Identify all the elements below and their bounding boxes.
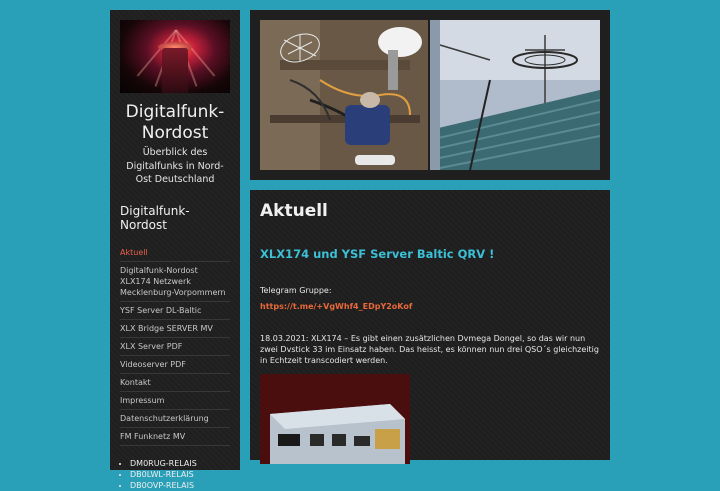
main-content: Aktuell XLX174 und YSF Server Baltic QRV… xyxy=(250,190,610,464)
sidebar: Digitalfunk-Nordost Überblick des Digita… xyxy=(110,10,240,490)
nav-item-xlx-bridge[interactable]: XLX Bridge SERVER MV xyxy=(120,320,230,338)
nav-item-fm-funknetz[interactable]: FM Funknetz MV xyxy=(120,428,230,446)
nav-item-aktuell[interactable]: Aktuell xyxy=(120,244,230,262)
page-title: Aktuell xyxy=(260,201,328,221)
nav-item-videoserver-pdf[interactable]: Videoserver PDF xyxy=(120,356,230,374)
relais-list: DM0RUG-RELAIS DB0LWL-RELAIS DB0OVP-RELAI… xyxy=(120,458,230,491)
news-text: 18.03.2021: XLX174 – Es gibt einen zusät… xyxy=(260,334,599,365)
antenna-install-photo xyxy=(260,20,428,170)
rooftop-antenna-photo xyxy=(430,20,600,170)
relais-item: DB0LWL-RELAIS xyxy=(130,469,230,480)
relais-item: DM0RUG-RELAIS xyxy=(130,458,230,469)
nav-item-datenschutz[interactable]: Datenschutzerklärung xyxy=(120,410,230,428)
site-description: Überblick des Digitalfunks in Nord-Ost D… xyxy=(126,147,224,185)
relais-item: DB0OVP-RELAIS xyxy=(130,480,230,491)
main-nav: Aktuell Digitalfunk-Nordost XLX174 Netzw… xyxy=(120,244,230,446)
nav-item-xlx-server-pdf[interactable]: XLX Server PDF xyxy=(120,338,230,356)
nav-item-impressum[interactable]: Impressum xyxy=(120,392,230,410)
dvmega-dongle-photo xyxy=(260,374,410,464)
post-heading: XLX174 und YSF Server Baltic QRV ! xyxy=(260,247,495,261)
site-title[interactable]: Digitalfunk-Nordost xyxy=(120,102,230,144)
site-logo[interactable] xyxy=(120,20,230,93)
telegram-link[interactable]: https://t.me/+VgWhf4_EDpY2oKof xyxy=(260,302,600,311)
nav-item-ysf-server[interactable]: YSF Server DL-Baltic xyxy=(120,302,230,320)
nav-item-xlx174-netzwerk[interactable]: Digitalfunk-Nordost XLX174 Netzwerk Meck… xyxy=(120,262,230,302)
nav-heading: Digitalfunk-Nordost xyxy=(120,203,190,232)
header-banner xyxy=(250,10,610,180)
nav-item-kontakt[interactable]: Kontakt xyxy=(120,374,230,392)
telegram-label: Telegram Gruppe: xyxy=(260,286,332,295)
